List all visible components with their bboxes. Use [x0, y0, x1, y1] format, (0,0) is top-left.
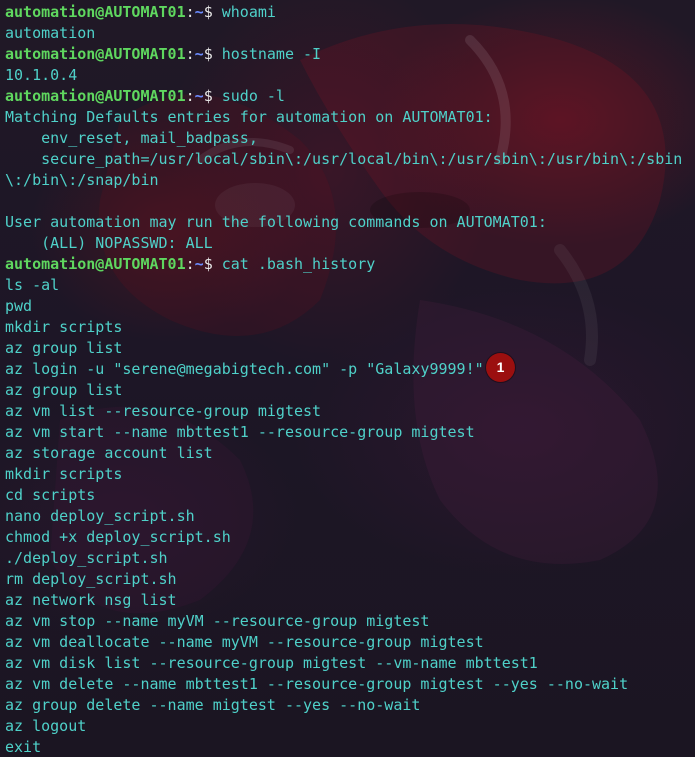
output-line: (ALL) NOPASSWD: ALL [5, 234, 213, 252]
annotation-marker: 1 [486, 353, 515, 382]
output-line: automation [5, 24, 96, 42]
output-line: chmod +x deploy_script.sh [5, 528, 231, 546]
output-line: az group list [5, 381, 123, 399]
prompt-symbol: $ [203, 87, 213, 105]
output-line: rm deploy_script.sh [5, 570, 177, 588]
output-line: secure_path=/usr/local/sbin\:/usr/local/… [5, 150, 683, 168]
prompt-user: automation@AUTOMAT01 [5, 3, 186, 21]
output-line: az network nsg list [5, 591, 177, 609]
command-text: cat .bash_history [212, 255, 376, 273]
terminal-output[interactable]: automation@AUTOMAT01:~$ whoami automation… [5, 2, 682, 757]
output-line: User automation may run the following co… [5, 213, 547, 231]
output-line: ls -al [5, 276, 60, 294]
output-line: az vm start --name mbttest1 --resource-g… [5, 423, 475, 441]
prompt-separator: : [185, 3, 195, 21]
prompt-symbol: $ [203, 255, 213, 273]
command-text: whoami [212, 3, 276, 21]
prompt-line: automation@AUTOMAT01:~$ cat .bash_histor… [5, 254, 682, 275]
output-line: az group delete --name migtest --yes --n… [5, 696, 421, 714]
command-text: sudo -l [212, 87, 285, 105]
output-line: Matching Defaults entries for automation… [5, 108, 493, 126]
prompt-symbol: $ [203, 3, 213, 21]
output-line: mkdir scripts [5, 318, 123, 336]
output-line: cd scripts [5, 486, 96, 504]
prompt-line: automation@AUTOMAT01:~$ whoami [5, 2, 682, 23]
output-line [5, 191, 682, 212]
prompt-path: ~ [194, 87, 204, 105]
output-line: ./deploy_script.sh [5, 549, 168, 567]
output-line: az login -u "serene@megabigtech.com" -p … [5, 360, 484, 378]
output-line: az vm list --resource-group migtest [5, 402, 322, 420]
output-line: exit [5, 738, 42, 756]
prompt-user: automation@AUTOMAT01 [5, 87, 186, 105]
output-line: \:/bin\:/snap/bin [5, 171, 159, 189]
prompt-separator: : [185, 45, 195, 63]
prompt-separator: : [185, 87, 195, 105]
output-line: az vm stop --name myVM --resource-group … [5, 612, 430, 630]
prompt-user: automation@AUTOMAT01 [5, 255, 186, 273]
prompt-line: automation@AUTOMAT01:~$ hostname -I [5, 44, 682, 65]
output-line: az logout [5, 717, 87, 735]
output-line: az group list [5, 339, 123, 357]
output-line: az vm delete --name mbttest1 --resource-… [5, 675, 629, 693]
output-line: pwd [5, 297, 33, 315]
prompt-symbol: $ [203, 45, 213, 63]
prompt-path: ~ [194, 255, 204, 273]
output-line: az vm deallocate --name myVM --resource-… [5, 633, 484, 651]
prompt-path: ~ [194, 45, 204, 63]
terminal-window[interactable]: automation@AUTOMAT01:~$ whoami automation… [0, 0, 695, 757]
output-line: 10.1.0.4 [5, 66, 78, 84]
prompt-line: automation@AUTOMAT01:~$ sudo -l [5, 86, 682, 107]
output-line: env_reset, mail_badpass, [5, 129, 258, 147]
prompt-path: ~ [194, 3, 204, 21]
output-line: az vm disk list --resource-group migtest… [5, 654, 538, 672]
output-line: nano deploy_script.sh [5, 507, 195, 525]
prompt-separator: : [185, 255, 195, 273]
output-line: az storage account list [5, 444, 213, 462]
prompt-user: automation@AUTOMAT01 [5, 45, 186, 63]
output-line: mkdir scripts [5, 465, 123, 483]
command-text: hostname -I [212, 45, 322, 63]
